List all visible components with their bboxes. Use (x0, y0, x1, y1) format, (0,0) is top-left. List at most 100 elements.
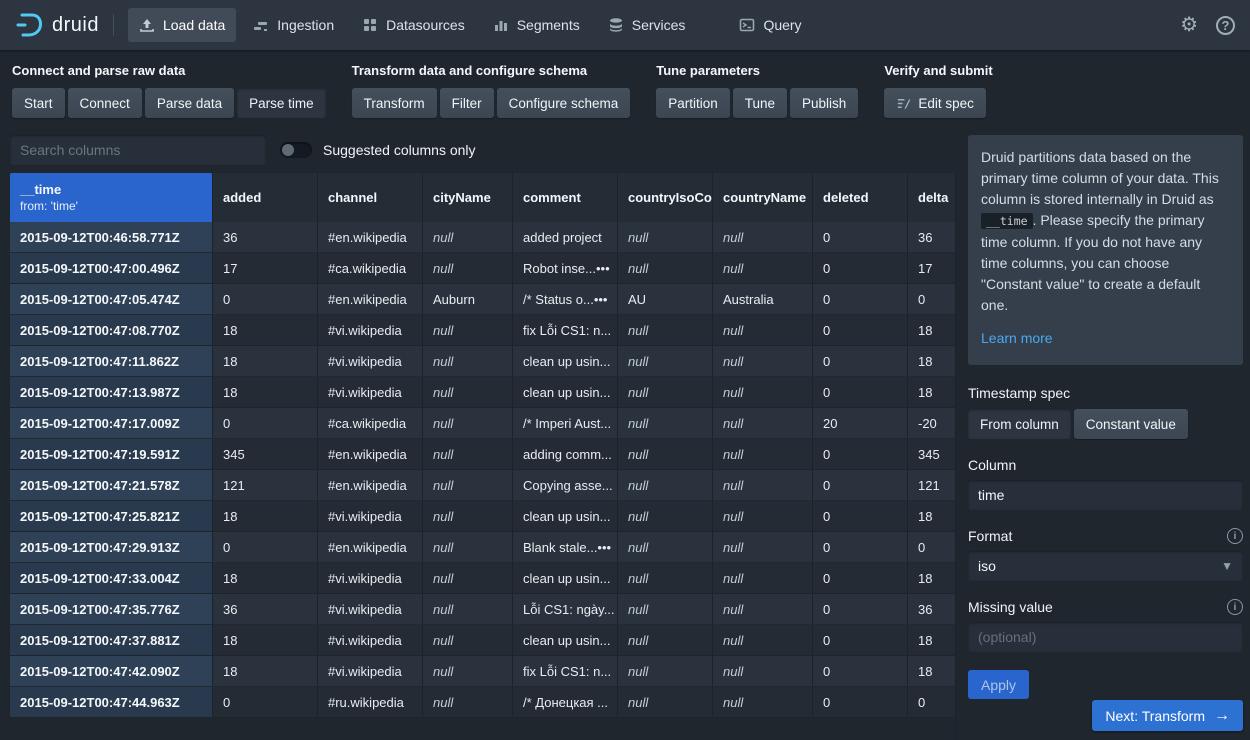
column-header-deleted[interactable]: deleted (813, 173, 908, 222)
table-row: 2015-09-12T00:46:58.771Z36#en.wikipedian… (10, 222, 955, 253)
column-header-added[interactable]: added (213, 173, 318, 222)
cell: null (618, 315, 713, 345)
query-icon (739, 17, 755, 33)
cell: clean up usin... (513, 377, 618, 407)
step-group-connect: Connect and parse raw data Start Connect… (12, 63, 326, 118)
services-icon (608, 17, 624, 33)
step-parse-data-button[interactable]: Parse data (145, 88, 234, 118)
cell: #vi.wikipedia (318, 563, 423, 593)
nav-item-services[interactable]: Services (597, 8, 697, 42)
nav-item-label: Query (763, 17, 801, 33)
column-header-comment[interactable]: comment (513, 173, 618, 222)
step-filter-button[interactable]: Filter (440, 88, 494, 118)
cell: null (713, 656, 813, 686)
cell: null (713, 253, 813, 283)
step-publish-button[interactable]: Publish (790, 88, 858, 118)
table-body: 2015-09-12T00:46:58.771Z36#en.wikipedian… (10, 222, 955, 718)
cell: 18 (213, 346, 318, 376)
nav-item-segments[interactable]: Segments (482, 8, 591, 42)
cell-time: 2015-09-12T00:47:25.821Z (10, 501, 213, 531)
step-edit-spec-button[interactable]: Edit spec (884, 88, 986, 118)
help-icon[interactable]: ? (1216, 16, 1235, 35)
toggle-switch[interactable] (280, 142, 312, 158)
table-row: 2015-09-12T00:47:19.591Z345#en.wikipedia… (10, 439, 955, 470)
step-group-label: Tune parameters (656, 63, 858, 78)
nav-item-label: Ingestion (277, 17, 334, 33)
constant-value-button[interactable]: Constant value (1074, 409, 1188, 439)
cell: 0 (213, 408, 318, 438)
cell: 0 (213, 284, 318, 314)
cell: null (423, 253, 513, 283)
nav-item-ingestion[interactable]: Ingestion (242, 8, 345, 42)
cell: 18 (213, 501, 318, 531)
druid-logo-icon (15, 11, 43, 39)
format-selected-value: iso (978, 558, 996, 574)
gear-icon[interactable]: ⚙ (1180, 15, 1198, 35)
cell: #en.wikipedia (318, 470, 423, 500)
from-column-button[interactable]: From column (968, 409, 1071, 439)
column-header-time[interactable]: __time from: 'time' (10, 173, 213, 222)
cell: #vi.wikipedia (318, 315, 423, 345)
nav-item-query[interactable]: Query (728, 8, 812, 42)
step-nav: Connect and parse raw data Start Connect… (0, 50, 1250, 118)
next-button-label: Next: Transform (1105, 708, 1205, 724)
step-configure-schema-button[interactable]: Configure schema (497, 88, 631, 118)
cell: 345 (213, 439, 318, 469)
cell: null (618, 687, 713, 717)
column-header-countryname[interactable]: countryName (713, 173, 813, 222)
brand[interactable]: druid (15, 11, 99, 39)
format-info-icon[interactable]: i (1227, 528, 1243, 544)
cell: null (423, 470, 513, 500)
cell-time: 2015-09-12T00:47:33.004Z (10, 563, 213, 593)
step-partition-button[interactable]: Partition (656, 88, 730, 118)
column-header-channel[interactable]: channel (318, 173, 423, 222)
nav-item-datasources[interactable]: Datasources (351, 8, 476, 42)
load-data-icon (139, 17, 155, 33)
cell: null (618, 439, 713, 469)
learn-more-link[interactable]: Learn more (981, 328, 1053, 349)
cell: #en.wikipedia (318, 439, 423, 469)
cell: /* Донецкая ... (513, 687, 618, 717)
cell: null (423, 563, 513, 593)
cell: Australia (713, 284, 813, 314)
cell: null (618, 501, 713, 531)
column-input[interactable] (968, 480, 1243, 510)
cell: null (423, 501, 513, 531)
next-transform-button[interactable]: Next: Transform → (1092, 700, 1243, 731)
table-row: 2015-09-12T00:47:21.578Z121#en.wikipedia… (10, 470, 955, 501)
missing-value-input[interactable] (968, 622, 1243, 652)
cell: 18 (908, 315, 956, 345)
cell: #en.wikipedia (318, 222, 423, 252)
suggested-columns-toggle[interactable]: Suggested columns only (280, 142, 476, 158)
cell: 36 (213, 594, 318, 624)
step-group-label: Transform data and configure schema (352, 63, 631, 78)
time-code-chip: __time (981, 213, 1033, 229)
table-row: 2015-09-12T00:47:29.913Z0#en.wikipedianu… (10, 532, 955, 563)
cell: Auburn (423, 284, 513, 314)
cell-time: 2015-09-12T00:46:58.771Z (10, 222, 213, 252)
cell: 0 (813, 470, 908, 500)
column-header-countryisocode[interactable]: countryIsoCode (618, 173, 713, 222)
cell: #ca.wikipedia (318, 253, 423, 283)
search-input[interactable] (10, 135, 266, 165)
missing-value-info-icon[interactable]: i (1227, 599, 1243, 615)
cell: 0 (813, 501, 908, 531)
cell: null (618, 625, 713, 655)
step-parse-time-button[interactable]: Parse time (237, 88, 326, 118)
column-header-delta[interactable]: delta (908, 173, 956, 222)
apply-button[interactable]: Apply (968, 670, 1029, 699)
cell: 18 (908, 501, 956, 531)
cell: null (713, 315, 813, 345)
step-start-button[interactable]: Start (12, 88, 65, 118)
column-header-cityname[interactable]: cityName (423, 173, 513, 222)
step-connect-button[interactable]: Connect (68, 88, 142, 118)
nav-item-load-data[interactable]: Load data (128, 8, 236, 42)
cell: 0 (908, 284, 956, 314)
step-transform-button[interactable]: Transform (352, 88, 437, 118)
step-tune-button[interactable]: Tune (733, 88, 787, 118)
cell: 18 (908, 563, 956, 593)
format-select[interactable]: iso ▼ (968, 551, 1243, 581)
cell: 18 (213, 563, 318, 593)
cell: null (618, 346, 713, 376)
cell: #vi.wikipedia (318, 377, 423, 407)
